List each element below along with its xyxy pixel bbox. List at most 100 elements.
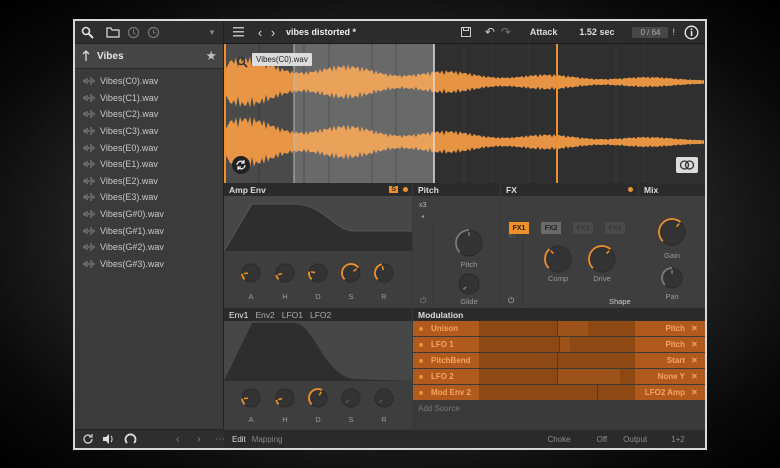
prev-icon[interactable]: ‹ — [170, 431, 185, 447]
zoom-icon[interactable] — [234, 54, 250, 70]
folder-header[interactable]: Vibes ★ — [75, 44, 223, 69]
favorite-star-icon[interactable]: ★ — [205, 48, 217, 64]
file-item[interactable]: Vibes(C3).wav — [75, 123, 223, 140]
file-item[interactable]: Vibes(C0).wav — [75, 73, 223, 90]
mod-amount-bar[interactable] — [479, 385, 635, 400]
env-tab[interactable]: LFO1 — [282, 310, 303, 320]
env-s-knob[interactable] — [341, 388, 361, 408]
fx-slot-button[interactable]: FX3 — [573, 222, 593, 234]
dropdown-icon[interactable]: ▼ — [204, 24, 220, 40]
choke-value[interactable]: Off — [597, 435, 608, 444]
mod-source[interactable]: PitchBend — [431, 356, 479, 365]
remove-mod-icon[interactable]: ✕ — [691, 388, 701, 397]
modulation-row[interactable]: LFO 2 None Y ✕ — [413, 369, 705, 384]
file-item[interactable]: Vibes(E2).wav — [75, 173, 223, 190]
info-icon[interactable] — [683, 24, 699, 40]
clock-icon[interactable] — [145, 24, 161, 40]
file-item[interactable]: Vibes(C2).wav — [75, 106, 223, 123]
fx-power-icon[interactable]: ⏻ — [508, 296, 514, 306]
amp-env-power-dot[interactable] — [403, 187, 408, 192]
mod-amount-bar[interactable] — [479, 321, 635, 336]
history-icon[interactable] — [125, 24, 141, 40]
fx-slot-button[interactable]: FX1 — [509, 222, 529, 234]
parent-folder-icon[interactable] — [81, 48, 91, 64]
knob-label: H — [282, 292, 287, 301]
modulation-row[interactable]: LFO 1 Pitch ✕ — [413, 337, 705, 352]
volume-knob-icon[interactable] — [123, 431, 138, 447]
mod-enable-dot[interactable] — [419, 342, 423, 347]
env-r-knob[interactable] — [374, 388, 394, 408]
mod-amount-bar[interactable] — [479, 337, 635, 352]
mode-label[interactable]: Attack — [530, 27, 558, 37]
file-name: Vibes(E2).wav — [100, 175, 158, 186]
env-tab[interactable]: Env2 — [255, 310, 274, 320]
remove-mod-icon[interactable]: ✕ — [691, 356, 701, 365]
waveform-view[interactable]: Vibes(C0).wav — [224, 44, 705, 183]
mod-destination[interactable]: Pitch — [665, 340, 685, 349]
file-item[interactable]: Vibes(G#2).wav — [75, 239, 223, 256]
add-source-button[interactable]: Add Source — [418, 404, 460, 413]
link-icon[interactable] — [676, 157, 698, 173]
undo-icon[interactable]: ↶ — [482, 24, 498, 40]
mod-destination[interactable]: Start — [667, 356, 685, 365]
file-item[interactable]: Vibes(E1).wav — [75, 156, 223, 173]
env-tab[interactable]: LFO2 — [310, 310, 331, 320]
modulation-row[interactable]: PitchBend Start ✕ — [413, 353, 705, 368]
mod-destination[interactable]: Pitch — [665, 324, 685, 333]
amp-h-knob[interactable] — [275, 263, 295, 283]
edit-tab[interactable]: Edit — [232, 435, 246, 444]
pitch-power-icon[interactable]: ⏻ — [420, 296, 426, 306]
mod-source[interactable]: LFO 1 — [431, 340, 479, 349]
file-item[interactable]: Vibes(G#0).wav — [75, 206, 223, 223]
prev-preset-icon[interactable]: ‹ — [252, 24, 268, 40]
save-icon[interactable] — [458, 24, 474, 40]
menu-icon[interactable] — [230, 24, 246, 40]
file-item[interactable]: Vibes(E3).wav — [75, 189, 223, 206]
mod-enable-dot[interactable] — [419, 358, 423, 363]
fx-power-dot[interactable] — [628, 187, 633, 192]
shape-label[interactable]: Shape — [609, 297, 631, 306]
fx-slot-button[interactable]: FX4 — [605, 222, 625, 234]
sustain-badge[interactable]: S — [389, 186, 398, 193]
pitch-knobs[interactable] — [413, 196, 500, 307]
glide-knob[interactable] — [458, 273, 480, 295]
file-item[interactable]: Vibes(C1).wav — [75, 90, 223, 107]
env-tab[interactable]: Env1 — [229, 310, 248, 320]
mod-amount-bar[interactable] — [479, 353, 635, 368]
mapping-tab[interactable]: Mapping — [252, 435, 283, 444]
modulation-row[interactable]: Mod Env 2 LFO2 Amp ✕ — [413, 385, 705, 400]
env-graph[interactable]: AHDSR — [224, 321, 412, 429]
output-value[interactable]: 1+2 — [671, 435, 685, 444]
mix-title: Mix — [644, 184, 659, 195]
next-preset-icon[interactable]: › — [268, 24, 278, 40]
file-item[interactable]: Vibes(G#3).wav — [75, 256, 223, 273]
loop-icon[interactable] — [232, 156, 250, 174]
mod-destination[interactable]: None Y — [658, 372, 685, 381]
folder-icon[interactable] — [105, 24, 121, 40]
file-item[interactable]: Vibes(E0).wav — [75, 139, 223, 156]
mod-enable-dot[interactable] — [419, 390, 423, 395]
mod-source[interactable]: Unison — [431, 324, 479, 333]
env-h-knob[interactable] — [275, 388, 295, 408]
next-icon[interactable]: › — [191, 431, 206, 447]
file-item[interactable]: Vibes(G#1).wav — [75, 222, 223, 239]
remove-mod-icon[interactable]: ✕ — [691, 324, 701, 333]
top-toolbar: ‹ › vibes distorted * ↶ ↷ Attack 1.52 se… — [224, 21, 705, 44]
fx-knobs[interactable] — [501, 196, 638, 307]
speaker-icon[interactable] — [101, 431, 116, 447]
remove-mod-icon[interactable]: ✕ — [691, 340, 701, 349]
preset-title[interactable]: vibes distorted * — [286, 27, 356, 37]
search-icon[interactable] — [79, 24, 95, 40]
fx-slot-button[interactable]: FX2 — [541, 222, 561, 234]
mod-enable-dot[interactable] — [419, 374, 423, 379]
mod-enable-dot[interactable] — [419, 326, 423, 331]
redo-icon[interactable]: ↷ — [498, 24, 514, 40]
mod-destination[interactable]: LFO2 Amp — [645, 388, 685, 397]
mod-source[interactable]: LFO 2 — [431, 372, 479, 381]
amp-env-graph[interactable]: AHDSR — [223, 196, 412, 307]
refresh-icon[interactable] — [80, 431, 95, 447]
mod-source[interactable]: Mod Env 2 — [431, 388, 479, 397]
mod-amount-bar[interactable] — [479, 369, 635, 384]
remove-mod-icon[interactable]: ✕ — [691, 372, 701, 381]
modulation-row[interactable]: Unison Pitch ✕ — [413, 321, 705, 336]
